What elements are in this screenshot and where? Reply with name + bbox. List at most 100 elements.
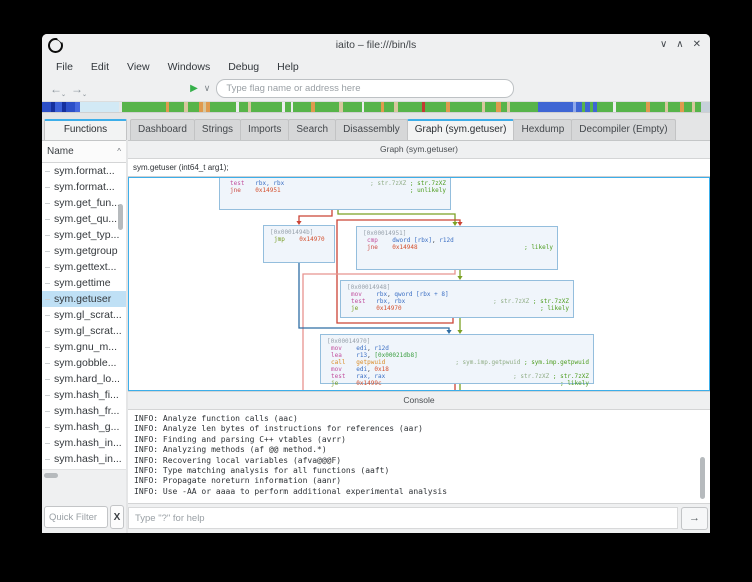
tab-search[interactable]: Search (288, 119, 336, 140)
function-row[interactable]: sym.get_typ... (42, 227, 126, 243)
memory-segment (384, 102, 394, 112)
memory-segment (650, 102, 665, 112)
tab-functions[interactable]: Functions (44, 119, 127, 140)
quick-filter-input[interactable] (44, 506, 108, 528)
console-dock-title: Console (128, 391, 710, 410)
block-address-label: [0x00014970] (325, 338, 589, 345)
basic-block[interactable]: [0x00014951]cmp dword [rbx], r12djne 0x1… (356, 226, 558, 270)
memory-segment (122, 102, 166, 112)
memory-segment (169, 102, 184, 112)
basic-block[interactable]: [0x00014948]mov rbx, qword [rbx + 8]test… (340, 280, 574, 318)
console-line: INFO: Analyze function calls (aac) (134, 414, 704, 424)
instruction-line: mov rbx, qword [rbx + 8] (345, 291, 569, 298)
graph-dock-title: Graph (sym.getuser) (128, 141, 710, 159)
app-window: iaito – file:///bin/ls ∨ ∧ ✕ FileEditVie… (42, 34, 710, 533)
functions-tab-bar: Functions (42, 113, 126, 141)
clear-filter-button[interactable]: X (110, 505, 124, 529)
function-row[interactable]: sym.hard_lo... (42, 371, 126, 387)
debug-dropdown-icon[interactable]: ∨ (204, 83, 211, 94)
function-row[interactable]: sym.getgroup (42, 243, 126, 259)
menu-item-file[interactable]: File (48, 59, 81, 75)
back-dropdown-icon: ⌄ (61, 92, 66, 98)
function-row[interactable]: sym.gl_scrat... (42, 307, 126, 323)
function-row[interactable]: sym.get_qu... (42, 211, 126, 227)
memory-segment (210, 102, 236, 112)
function-row[interactable]: sym.getuser (42, 291, 126, 307)
tab-graph-sym-getuser[interactable]: Graph (sym.getuser) (407, 119, 515, 140)
instruction-comment: ; likely (534, 305, 569, 312)
function-row[interactable]: sym.hash_in... (42, 451, 126, 467)
memory-segment (668, 102, 680, 112)
function-row[interactable]: sym.hash_in... (42, 435, 126, 451)
instruction-line: cmp dword [rbx], r12d (361, 237, 553, 244)
function-row[interactable]: sym.format... (42, 179, 126, 195)
console-command-input[interactable] (128, 507, 678, 529)
instruction-line: test rax, rax; str.7zXZ ; str.7zXZ (325, 373, 589, 380)
menu-item-windows[interactable]: Windows (160, 59, 219, 75)
tab-disassembly[interactable]: Disassembly (335, 119, 408, 140)
sort-ascending-icon: ^ (117, 147, 121, 156)
function-row[interactable]: sym.gobble... (42, 355, 126, 371)
memory-segment (450, 102, 482, 112)
function-row[interactable]: sym.format... (42, 163, 126, 179)
tab-strings[interactable]: Strings (194, 119, 241, 140)
instruction-line: mov edi, r12d (325, 345, 589, 352)
function-row[interactable]: sym.gnu_m... (42, 339, 126, 355)
back-button[interactable]: ←⌄ (50, 82, 67, 96)
console-line: INFO: Recovering local variables (afva@@… (134, 456, 704, 466)
tab-imports[interactable]: Imports (240, 119, 289, 140)
function-row[interactable]: sym.gettime (42, 275, 126, 291)
maximize-icon[interactable]: ∧ (676, 40, 683, 50)
menu-bar: FileEditViewWindowsDebugHelp (42, 56, 710, 77)
block-address-label: [0x0001494b] (268, 229, 330, 236)
tab-decompiler-empty[interactable]: Decompiler (Empty) (571, 119, 675, 140)
console-line: INFO: Analyze len bytes of instructions … (134, 424, 704, 434)
memory-segment (66, 102, 75, 112)
forward-button[interactable]: →⌄ (71, 82, 88, 96)
basic-block[interactable]: [0x0001494b]jmp 0x14970 (263, 225, 335, 263)
function-row[interactable]: sym.gl_scrat... (42, 323, 126, 339)
function-row[interactable]: sym.hash_fr... (42, 403, 126, 419)
basic-block[interactable]: test rbx, rbx; str.7zXZ ; str.7zXZjne 0x… (219, 177, 451, 210)
console-scrollbar[interactable] (700, 457, 705, 499)
memory-segment (293, 102, 311, 112)
memory-segment (701, 102, 710, 112)
function-row[interactable]: sym.hash_g... (42, 419, 126, 435)
console-line: INFO: Propagate noreturn information (aa… (134, 476, 704, 486)
tab-hexdump[interactable]: Hexdump (513, 119, 572, 140)
function-list-scrollbar[interactable] (118, 204, 123, 230)
function-row[interactable]: sym.gettext... (42, 259, 126, 275)
instruction-line: jne 0x14951; unlikely (224, 187, 446, 194)
function-list-hscrollbar[interactable] (42, 470, 126, 482)
instruction-line: je 0x1499c; likely (325, 380, 589, 387)
basic-block[interactable]: [0x00014970]mov edi, r12dlea r13, [0x000… (320, 334, 594, 384)
instruction-line: test rbx, rbx; str.7zXZ ; str.7zXZ (345, 298, 569, 305)
memory-segment (684, 102, 692, 112)
main-area: Functions Name ^ sym.format...sym.format… (42, 113, 710, 533)
hscroll-thumb[interactable] (44, 473, 58, 478)
menu-item-help[interactable]: Help (269, 59, 307, 75)
console-line: INFO: Type matching analysis for all fun… (134, 466, 704, 476)
continue-button[interactable]: ▶ (190, 83, 198, 94)
menu-item-debug[interactable]: Debug (220, 59, 267, 75)
menu-item-edit[interactable]: Edit (83, 59, 117, 75)
memory-map-strip[interactable] (42, 101, 710, 113)
minimize-icon[interactable]: ∨ (660, 40, 667, 50)
function-row[interactable]: sym.get_fun... (42, 195, 126, 211)
instruction-line: call getpwuid; sym.imp.getpwuid ; sym.im… (325, 359, 589, 366)
title-bar[interactable]: iaito – file:///bin/ls ∨ ∧ ✕ (42, 34, 710, 56)
seek-input[interactable] (216, 79, 514, 98)
instruction-comment: ; unlikely (404, 187, 446, 194)
functions-column-header[interactable]: Name ^ (42, 141, 126, 163)
console-output: INFO: Analyze function calls (aac)INFO: … (128, 410, 710, 504)
memory-segment (251, 102, 282, 112)
run-command-button[interactable]: → (681, 507, 708, 530)
close-icon[interactable]: ✕ (693, 40, 701, 50)
graph-view[interactable]: test rbx, rbx; str.7zXZ ; str.7zXZ jne 0x… (128, 177, 710, 391)
console-line: INFO: Use -AA or aaaa to perform additio… (134, 487, 704, 497)
memory-segment (485, 102, 496, 112)
menu-item-view[interactable]: View (119, 59, 158, 75)
function-signature: sym.getuser (int64_t arg1); (128, 159, 710, 177)
function-row[interactable]: sym.hash_fi... (42, 387, 126, 403)
tab-dashboard[interactable]: Dashboard (130, 119, 195, 140)
